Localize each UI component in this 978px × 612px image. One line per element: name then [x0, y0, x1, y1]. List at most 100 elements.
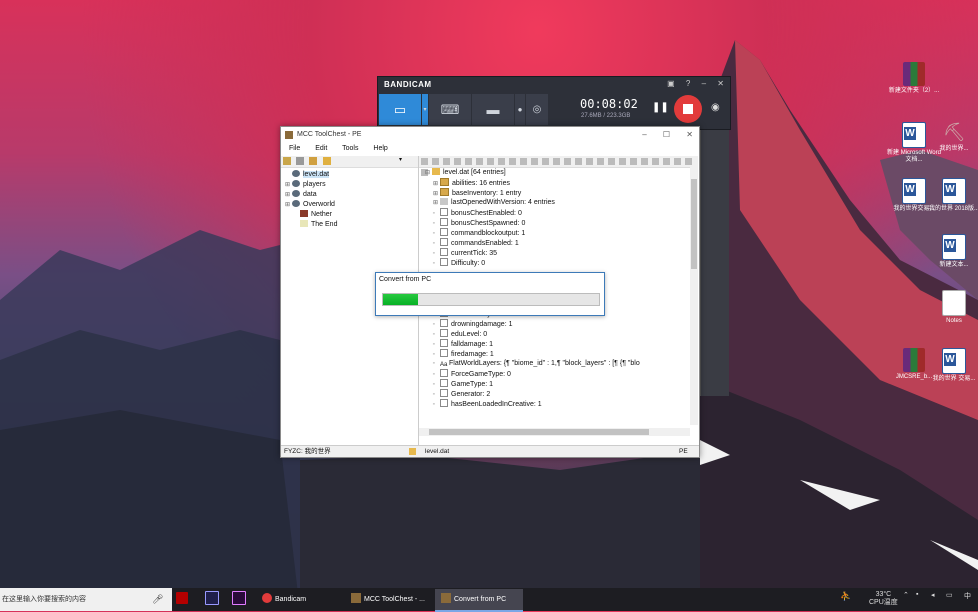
nbt-tag-row[interactable]: ⊞ baseInventory: 1 entry [425, 188, 698, 198]
taskbar-premiere[interactable] [232, 591, 250, 609]
toolbar-tool-icon[interactable] [685, 158, 692, 165]
chevron-down-icon[interactable]: ▾ [399, 156, 402, 163]
nbt-tag-row[interactable]: ╴ GameType: 1 [425, 379, 698, 389]
hdmi-mode-button[interactable]: ▬ [472, 94, 514, 125]
desktop-icon[interactable]: ⛏ 我的世界... [927, 120, 978, 153]
pause-button[interactable]: ❚❚ [652, 102, 669, 113]
taskbar-bandicam[interactable]: Bandicam [256, 589, 346, 610]
expand-icon[interactable]: ╴ [433, 400, 440, 410]
toolbar-tool-icon[interactable] [586, 158, 593, 165]
toolbar-tool-icon[interactable] [652, 158, 659, 165]
nbt-tag-row[interactable]: ╴ currentTick: 35 [425, 248, 698, 258]
nbt-tag-row[interactable]: ╴ Generator: 2 [425, 389, 698, 399]
toolbar-tool-icon[interactable] [531, 158, 538, 165]
nbt-tag-row[interactable]: ╴ firedamage: 1 [425, 349, 698, 359]
toolbar-tool-icon[interactable] [674, 158, 681, 165]
toolbar-tool-icon[interactable] [476, 158, 483, 165]
toolbar-tool-icon[interactable] [509, 158, 516, 165]
screen-mode-button[interactable]: ▭ [379, 94, 421, 125]
nbt-tag-row[interactable]: ╴ falldamage: 1 [425, 339, 698, 349]
open-icon[interactable] [283, 157, 291, 165]
toolbar-tool-icon[interactable] [597, 158, 604, 165]
nbt-tag-row[interactable]: ⊞ lastOpenedWithVersion: 4 entries [425, 198, 698, 208]
nbt-tag-row[interactable]: ╴ eduLevel: 0 [425, 329, 698, 339]
expand-icon[interactable]: ╴ [433, 259, 440, 269]
close-icon[interactable]: ✕ [686, 130, 693, 139]
desktop-icon[interactable]: 新建文本... [927, 234, 978, 269]
toolbar-tool-icon[interactable] [630, 158, 637, 165]
toolbar-tool-icon[interactable] [432, 158, 439, 165]
nbt-tag-row[interactable]: ╴ commandsEnabled: 1 [425, 238, 698, 248]
menu-edit[interactable]: Edit [315, 145, 327, 152]
mode-dropdown-button[interactable]: ▾ [422, 94, 428, 125]
nbt-tag-row[interactable]: ╴ Difficulty: 0 [425, 258, 698, 268]
world-tree-item[interactable]: ⊞ players [285, 180, 418, 190]
refresh-icon[interactable] [309, 157, 318, 165]
expand-icon[interactable]: ⊞ [433, 198, 440, 208]
nbt-tag-row[interactable]: ╴ bonusChestEnabled: 0 [425, 208, 698, 218]
toolbar-tool-icon[interactable] [454, 158, 461, 165]
toolbar-tool-icon[interactable] [421, 158, 428, 165]
nbt-tag-row[interactable]: ╴ bonusChestSpawned: 0 [425, 218, 698, 228]
webcam-button[interactable]: ◎ [526, 94, 548, 125]
convert-dialog[interactable]: Convert from PC [375, 272, 605, 316]
nbt-tag-row[interactable]: ╴ Aa FlatWorldLayers: {¶ "biome_id" : 1,¶ … [425, 359, 698, 369]
toolbar-tool-icon[interactable] [553, 158, 560, 165]
ime-indicator[interactable]: 中 [964, 591, 971, 601]
chevron-up-icon[interactable]: ⌃ [903, 591, 909, 599]
horizontal-scrollbar[interactable] [419, 428, 690, 436]
nbt-tag-row[interactable]: ╴ drowningdamage: 1 [425, 319, 698, 329]
desktop-icon[interactable]: 新建文件夹（2）... [887, 62, 941, 95]
expand-icon[interactable]: ⊞ [285, 200, 292, 210]
volume-icon[interactable]: ◂ [931, 591, 935, 599]
search-box[interactable]: 在这里输入你要搜索的内容 [0, 588, 172, 611]
mic-icon[interactable]: 🎤︎ [152, 594, 163, 605]
menu-tools[interactable]: Tools [342, 145, 358, 152]
weather-widget[interactable]: 33°C CPU温度 [869, 591, 898, 607]
toolbar-tool-icon[interactable] [641, 158, 648, 165]
vertical-scrollbar[interactable] [690, 167, 698, 425]
desktop-icon[interactable]: Notes [927, 290, 978, 325]
nbt-tag-row[interactable]: ╴ commandblockoutput: 1 [425, 228, 698, 238]
expand-icon[interactable]: ╴ [433, 359, 440, 369]
toolbar-tool-icon[interactable] [520, 158, 527, 165]
expand-icon[interactable]: ⊞ [285, 180, 292, 190]
taskbar-convert[interactable]: Convert from PC [435, 589, 523, 612]
minimize-icon[interactable]: – [642, 130, 646, 139]
folder-icon[interactable]: ▣ [667, 79, 675, 88]
maximize-icon[interactable]: ☐ [663, 130, 670, 139]
nbt-tag-row[interactable]: ╴ ForceGameType: 0 [425, 369, 698, 379]
toolbar-tool-icon[interactable] [564, 158, 571, 165]
nbt-tag-row[interactable]: ⊞ abilities: 16 entries [425, 178, 698, 188]
stop-record-button[interactable] [674, 95, 702, 123]
toolbar-tool-icon[interactable] [443, 158, 450, 165]
expand-icon[interactable]: ⊞ [285, 190, 292, 200]
toolbar-tool-icon[interactable] [663, 158, 670, 165]
battery-icon[interactable]: ▭ [946, 591, 953, 599]
world-tree-item[interactable]: ⊞ Overworld [285, 200, 418, 210]
help-icon[interactable]: ? [686, 79, 690, 88]
network-icon[interactable]: ▪ [916, 591, 918, 598]
toolbar-tool-icon[interactable] [465, 158, 472, 165]
menu-help[interactable]: Help [373, 145, 387, 152]
taskbar-mcc[interactable]: MCC ToolChest - ... [345, 589, 437, 610]
save-icon[interactable] [296, 157, 305, 165]
close-icon[interactable]: ✕ [717, 79, 724, 88]
person-icon[interactable]: ⛹ [840, 591, 851, 602]
taskbar-animate[interactable] [176, 591, 192, 609]
toolbar-tool-icon[interactable] [619, 158, 626, 165]
toolbar-tool-icon[interactable] [498, 158, 505, 165]
world-tree-item[interactable]: The End [285, 220, 418, 230]
toolbar-tool-icon[interactable] [487, 158, 494, 165]
desktop-icon[interactable]: 我的世界 2018版... [927, 178, 978, 213]
toolbar-tool-icon[interactable] [608, 158, 615, 165]
game-mode-button[interactable]: ⌨ [429, 94, 471, 125]
world-tree-item[interactable]: level.dat [285, 170, 418, 180]
expand-icon[interactable]: ⊟ [425, 168, 432, 178]
minimize-icon[interactable]: – [702, 79, 706, 88]
nbt-tag-row[interactable]: ╴ hasBeenLoadedInCreative: 1 [425, 399, 698, 409]
world-tree-item[interactable]: Nether [285, 210, 418, 220]
menu-file[interactable]: File [289, 145, 300, 152]
desktop-icon[interactable]: 我的世界 交易... [927, 348, 978, 383]
taskbar-aftereffects[interactable] [205, 591, 223, 609]
